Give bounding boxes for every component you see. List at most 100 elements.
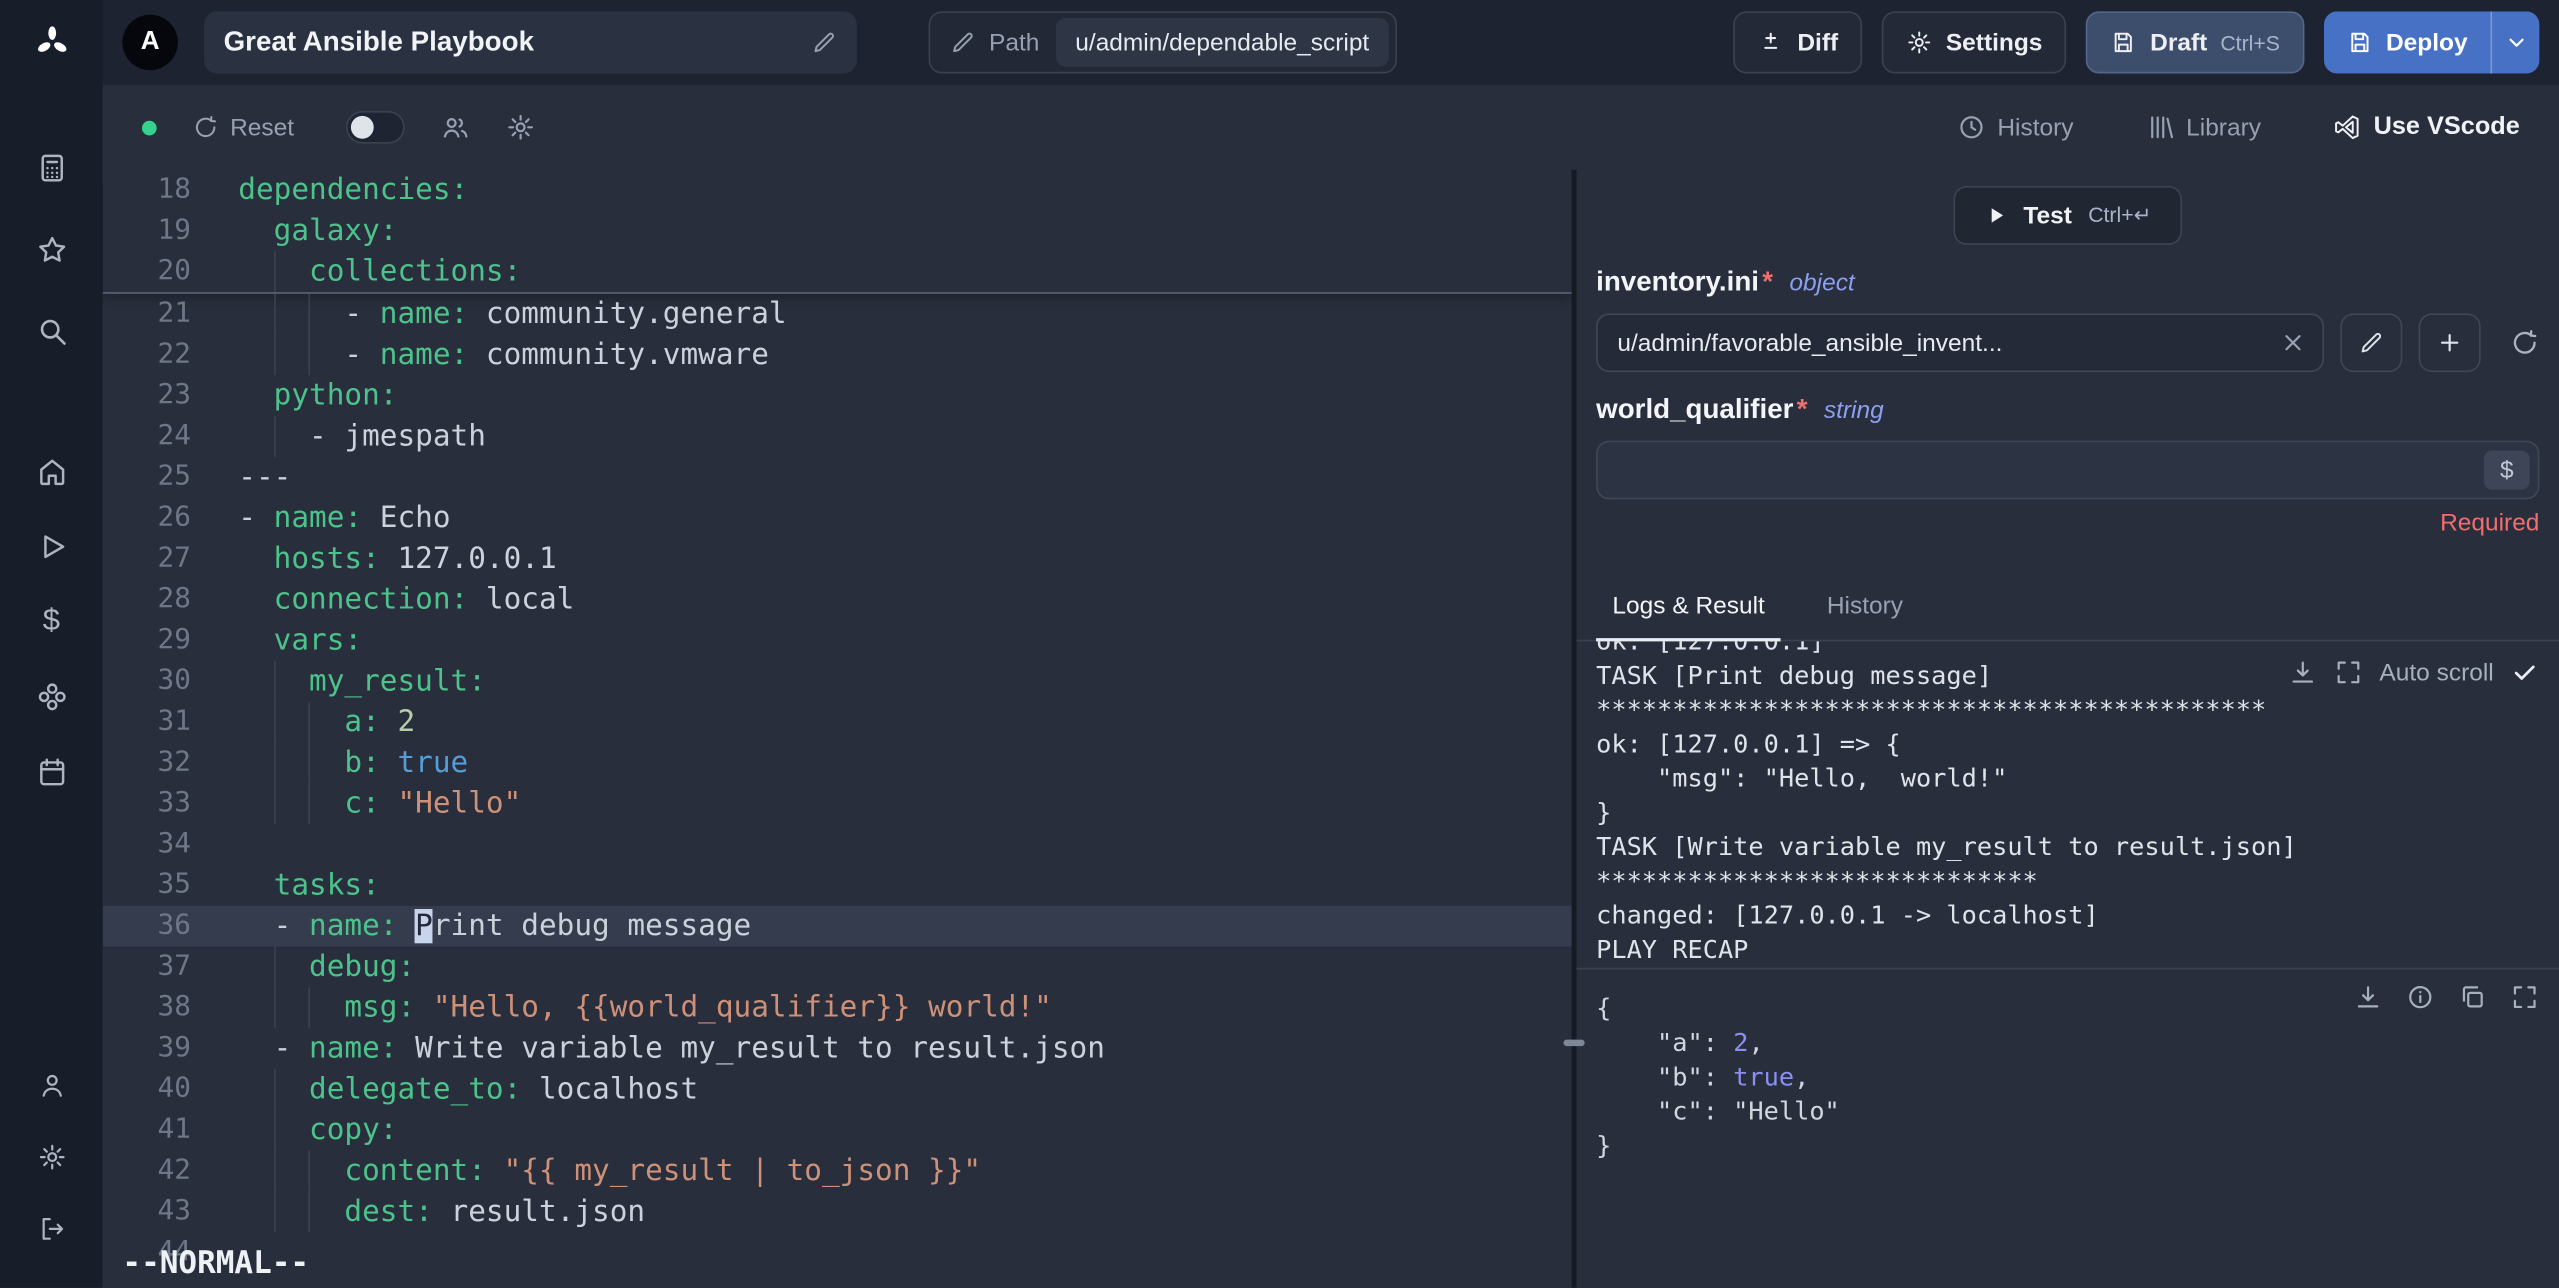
app-window: $ A Great Ansible Playbook Path u/admin/… bbox=[0, 0, 2559, 1288]
sidebar-item-resources[interactable] bbox=[35, 659, 68, 734]
code-line-25[interactable]: 25 --- bbox=[103, 457, 1572, 498]
add-resource-button[interactable] bbox=[2418, 313, 2481, 373]
autoscroll-checkbox[interactable] bbox=[2510, 658, 2539, 687]
code-line-19[interactable]: 19 galaxy: bbox=[103, 211, 1572, 252]
code-line-36[interactable]: 36 - name: Print debug message bbox=[102, 905, 1572, 947]
indent-guide bbox=[273, 1068, 276, 1110]
inventory-resource-input[interactable]: u/admin/favorable_ansible_invent... bbox=[1596, 313, 2324, 373]
info-icon[interactable] bbox=[2406, 982, 2435, 1011]
path-value[interactable]: u/admin/dependable_script bbox=[1055, 17, 1389, 67]
tab-history[interactable]: History bbox=[1811, 579, 1920, 639]
reset-button[interactable]: Reset bbox=[193, 113, 294, 141]
code-line-33[interactable]: 33 c: "Hello" bbox=[103, 783, 1572, 825]
code-text: - jmespath bbox=[191, 416, 486, 457]
code-line-42[interactable]: 42 content: "{{ my_result | to_json }}" bbox=[103, 1150, 1572, 1192]
test-shortcut: Ctrl+↵ bbox=[2088, 202, 2152, 227]
sidebar-item-settings[interactable] bbox=[37, 1122, 66, 1194]
code-line-24[interactable]: 24 - jmespath bbox=[103, 416, 1572, 457]
sidebar-item-account[interactable] bbox=[37, 1050, 66, 1122]
line-number: 28 bbox=[157, 582, 191, 616]
deploy-button-group: Deploy bbox=[2323, 11, 2540, 74]
script-title-box[interactable]: Great Ansible Playbook bbox=[204, 11, 857, 74]
mode-toggle[interactable] bbox=[346, 110, 406, 144]
code-line-29[interactable]: 29 vars: bbox=[103, 620, 1572, 661]
code-line-44[interactable]: 44 bbox=[103, 1232, 1572, 1273]
code-text: - name: community.vmware bbox=[191, 334, 769, 376]
edit-resource-button[interactable] bbox=[2340, 313, 2403, 373]
draft-button[interactable]: Draft Ctrl+S bbox=[2086, 11, 2305, 74]
sidebar-item-home[interactable] bbox=[35, 434, 68, 509]
indent-guide bbox=[309, 1191, 311, 1233]
code-line-31[interactable]: 31 a: 2 bbox=[103, 701, 1572, 743]
code-line-35[interactable]: 35 tasks: bbox=[103, 865, 1572, 906]
code-text: python: bbox=[273, 378, 398, 413]
tab-logs-result[interactable]: Logs & Result bbox=[1596, 579, 1782, 642]
edit-title-icon[interactable] bbox=[811, 29, 837, 55]
history-button[interactable]: History bbox=[1957, 113, 2074, 142]
diff-button[interactable]: Diff bbox=[1733, 11, 1863, 74]
expression-toggle[interactable]: $ bbox=[2483, 450, 2530, 490]
code-line-39[interactable]: 39 - name: Write variable my_result to r… bbox=[103, 1028, 1572, 1069]
sidebar-item-apps[interactable] bbox=[35, 127, 68, 209]
download-result-icon[interactable] bbox=[2353, 982, 2382, 1011]
calculator-icon bbox=[35, 152, 68, 185]
avatar[interactable]: A bbox=[122, 14, 178, 71]
settings-button[interactable]: Settings bbox=[1882, 11, 2067, 74]
sidebar-item-variables[interactable]: $ bbox=[35, 584, 68, 659]
deploy-button[interactable]: Deploy bbox=[2323, 11, 2491, 74]
editor-settings-button[interactable] bbox=[506, 113, 535, 142]
sidebar-item-schedules[interactable] bbox=[35, 734, 68, 809]
expand-logs-icon[interactable] bbox=[2334, 658, 2363, 687]
indent-guide bbox=[273, 251, 276, 293]
logs-panel[interactable]: ok: [127.0.0.1] TASK [Print debug message… bbox=[1577, 641, 2559, 967]
code-line-34[interactable]: 34 bbox=[103, 824, 1572, 865]
code-line-18[interactable]: 18 dependencies: bbox=[103, 170, 1572, 211]
expand-result-icon[interactable] bbox=[2510, 982, 2539, 1011]
collaborators-button[interactable] bbox=[441, 113, 470, 142]
sidebar-item-runs[interactable] bbox=[35, 509, 68, 584]
line-number: 43 bbox=[157, 1194, 191, 1228]
use-vscode-button[interactable]: Use VScode bbox=[2333, 113, 2520, 142]
code-line-30[interactable]: 30 my_result: bbox=[103, 660, 1572, 702]
refresh-resource-button[interactable] bbox=[2510, 328, 2539, 357]
vim-mode-indicator: --NORMAL-- bbox=[122, 1245, 310, 1282]
deploy-dropdown-button[interactable] bbox=[2490, 11, 2540, 74]
code-line-23[interactable]: 23 python: bbox=[103, 375, 1572, 416]
code-line-27[interactable]: 27 hosts: 127.0.0.1 bbox=[103, 539, 1572, 580]
line-number: 36 bbox=[157, 909, 191, 942]
copy-icon[interactable] bbox=[2458, 982, 2487, 1011]
sidebar-item-search[interactable] bbox=[35, 290, 68, 372]
home-icon bbox=[35, 455, 68, 488]
code-line-20[interactable]: 20 collections: bbox=[103, 251, 1572, 293]
edit-path-icon[interactable] bbox=[950, 29, 976, 55]
code-editor[interactable]: 18 dependencies: 19 galaxy: 20 collections:… bbox=[102, 169, 1572, 1288]
code-line-32[interactable]: 32 b: true bbox=[103, 742, 1572, 784]
code-line-38[interactable]: 38 msg: "Hello, {{world_qualifier}} worl… bbox=[103, 987, 1572, 1029]
test-button[interactable]: Test Ctrl+↵ bbox=[1953, 186, 2183, 245]
clear-icon[interactable] bbox=[2280, 330, 2306, 356]
code-text: debug: bbox=[191, 946, 415, 988]
code-line-28[interactable]: 28 connection: local bbox=[103, 579, 1572, 620]
code-line-26[interactable]: 26 - name: Echo bbox=[103, 498, 1572, 539]
sidebar-item-favorites[interactable] bbox=[35, 209, 68, 291]
code-line-41[interactable]: 41 copy: bbox=[103, 1109, 1572, 1151]
content-area: 18 dependencies: 19 galaxy: 20 collections:… bbox=[102, 169, 2559, 1288]
plus-icon bbox=[2437, 330, 2463, 356]
library-button[interactable]: Library bbox=[2145, 113, 2261, 142]
sidebar-nav-top bbox=[35, 127, 68, 372]
line-number: 21 bbox=[157, 297, 191, 330]
indent-guide bbox=[309, 334, 311, 376]
code-line-21[interactable]: 21 - name: community.general bbox=[103, 293, 1572, 335]
world-qualifier-input[interactable]: $ bbox=[1596, 440, 2540, 500]
code-line-43[interactable]: 43 dest: result.json bbox=[103, 1191, 1572, 1233]
code-line-37[interactable]: 37 debug: bbox=[103, 946, 1572, 988]
windmill-logo[interactable] bbox=[0, 0, 103, 85]
line-number: 18 bbox=[157, 172, 191, 206]
code-line-22[interactable]: 22 - name: community.vmware bbox=[103, 334, 1572, 376]
download-logs-icon[interactable] bbox=[2288, 658, 2317, 687]
code-line-40[interactable]: 40 delegate_to: localhost bbox=[103, 1068, 1572, 1110]
indent-guide bbox=[309, 293, 311, 335]
users-icon bbox=[441, 113, 470, 142]
sidebar-item-logout[interactable] bbox=[37, 1194, 66, 1266]
code-text: msg: "Hello, {{world_qualifier}} world!" bbox=[191, 987, 1052, 1029]
